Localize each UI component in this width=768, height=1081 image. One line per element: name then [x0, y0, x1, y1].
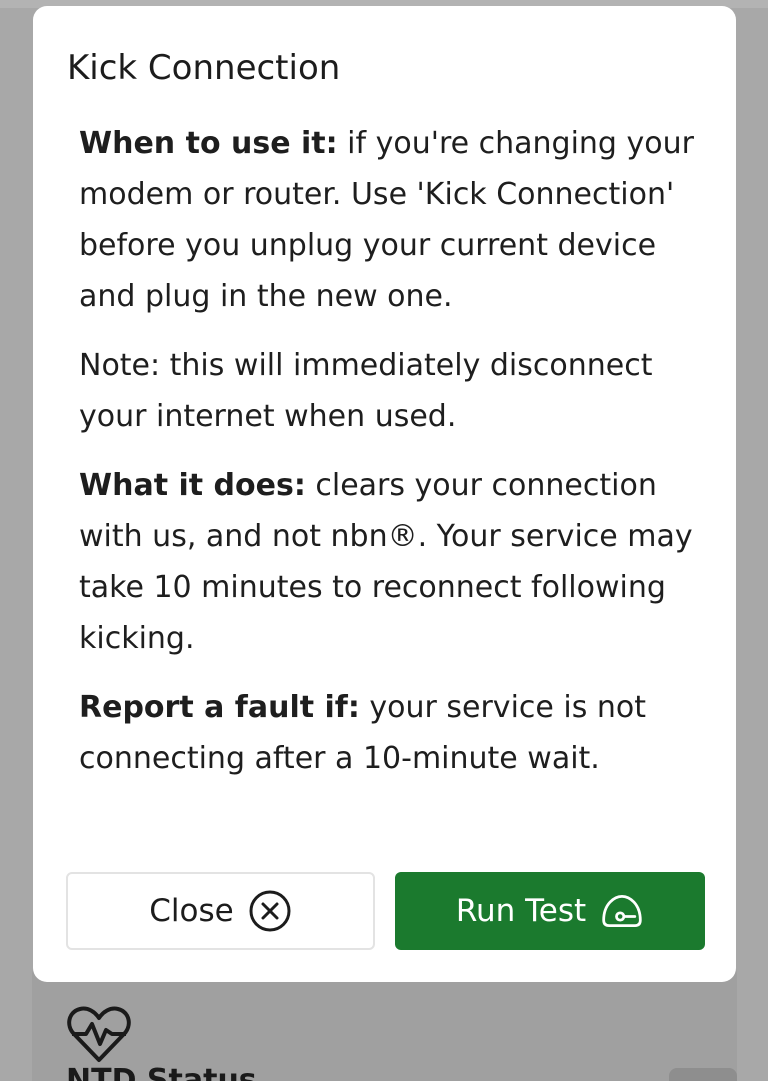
dialog-body: When to use it: if you're changing your … [79, 118, 719, 802]
screen: NTD Status Kick Connection When to use i… [0, 0, 768, 1081]
when-to-use-heading: When to use it: [79, 126, 338, 161]
report-fault-heading: Report a fault if: [79, 690, 360, 725]
close-button-label: Close [149, 893, 234, 929]
ntd-status-chip [669, 1068, 737, 1081]
report-fault-paragraph: Report a fault if: your service is not c… [79, 682, 719, 784]
when-to-use-paragraph: When to use it: if you're changing your … [79, 118, 719, 322]
note-paragraph: Note: this will immediately disconnect y… [79, 340, 719, 442]
run-test-button-label: Run Test [455, 893, 587, 929]
what-it-does-paragraph: What it does: clears your connection wit… [79, 460, 719, 664]
close-button[interactable]: Close [66, 872, 375, 950]
close-circle-icon [249, 890, 291, 932]
run-test-button[interactable]: Run Test [395, 872, 705, 950]
note-text: Note: this will immediately disconnect y… [79, 348, 653, 434]
speedometer-icon [602, 894, 642, 928]
ntd-status-label: NTD Status [66, 1063, 257, 1081]
heart-pulse-icon [67, 1006, 131, 1062]
dialog-title: Kick Connection [67, 48, 341, 88]
kick-connection-dialog: Kick Connection When to use it: if you'r… [33, 6, 736, 982]
what-it-does-heading: What it does: [79, 468, 306, 503]
